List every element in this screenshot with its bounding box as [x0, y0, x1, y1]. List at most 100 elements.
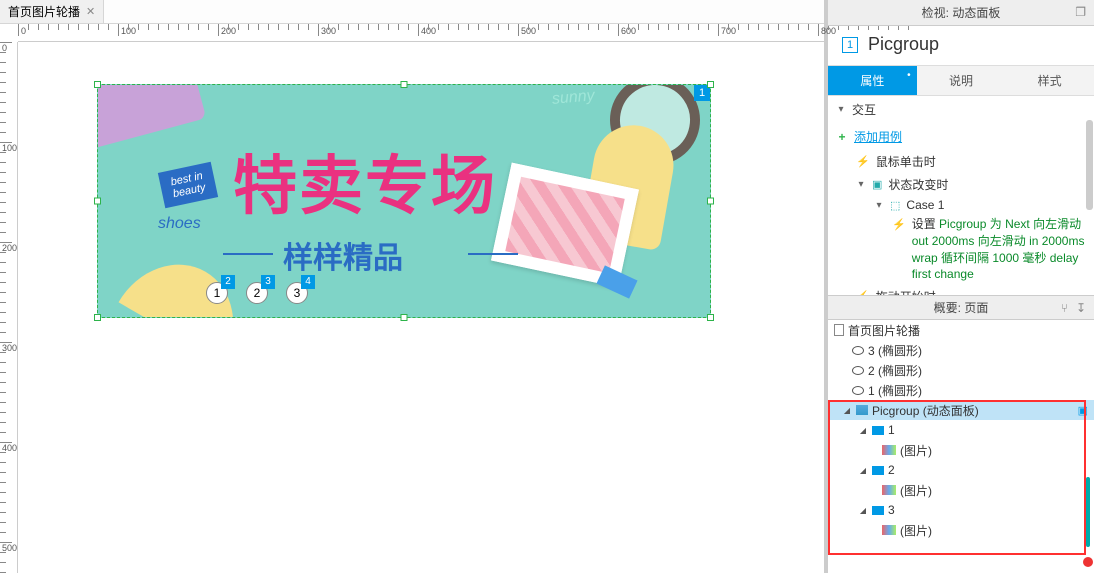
banner-image: sunny best in beauty shoes 特卖专场 样样精品	[98, 85, 710, 317]
case-icon: ⬚	[890, 199, 900, 212]
image-icon	[882, 445, 896, 455]
event-onclick[interactable]: ⚡ 鼠标单击时	[828, 150, 1094, 173]
tree-toggle-icon[interactable]	[842, 405, 852, 415]
outline-state-2[interactable]: 2	[828, 460, 1094, 480]
outline-label: 2 (椭圆形)	[868, 362, 922, 379]
inspector-header: 检视: 动态面板 ❐	[828, 0, 1094, 26]
zoom-thermometer[interactable]	[1083, 477, 1093, 567]
close-tab-icon[interactable]: ✕	[86, 5, 95, 18]
outline-label: 3 (椭圆形)	[868, 342, 922, 359]
pager-dot-label: 2	[254, 286, 261, 300]
tab-properties-label: 属性	[860, 74, 884, 88]
inspector-tabs: 属性 • 说明 样式	[828, 65, 1094, 96]
outline-ellipse-3[interactable]: 3 (椭圆形)	[828, 340, 1094, 360]
state-icon	[872, 426, 884, 435]
tree-toggle-icon[interactable]	[858, 425, 868, 435]
dynamic-panel-selection[interactable]: sunny best in beauty shoes 特卖专场 样样精品 1	[97, 84, 711, 318]
state-icon	[872, 506, 884, 515]
lightning-icon: ⚡	[892, 218, 906, 283]
outline-page-row[interactable]: 首页图片轮播	[828, 320, 1094, 340]
tab-properties[interactable]: 属性 •	[828, 66, 917, 95]
case-label: Case 1	[906, 198, 944, 212]
banner-shoes-text: shoes	[158, 215, 201, 233]
outline-image-3[interactable]: (图片)	[828, 520, 1094, 540]
pager-dot-1[interactable]: 1 2	[206, 282, 228, 304]
outline-header-label: 概要: 页面	[934, 299, 989, 316]
pager-dot-label: 1	[214, 286, 221, 300]
ruler-horizontal: 0100200300400500600700800	[18, 24, 824, 42]
pager-dot-badge[interactable]: 4	[301, 275, 315, 289]
outline-label: 2	[888, 463, 895, 477]
banner-title-main: 特卖专场	[233, 135, 497, 227]
sort-icon[interactable]: ↧	[1076, 301, 1086, 315]
banner-tag: best in beauty	[158, 162, 218, 208]
resize-handle-r[interactable]	[707, 198, 714, 205]
document-tab[interactable]: 首页图片轮播 ✕	[0, 0, 104, 23]
outline-image-1[interactable]: (图片)	[828, 440, 1094, 460]
ellipse-icon	[852, 366, 864, 375]
pager-dot-label: 3	[294, 286, 301, 300]
dynamic-panel-icon: ▣	[872, 178, 882, 191]
section-interactions[interactable]: 交互	[828, 96, 1094, 123]
selection-name[interactable]: Picgroup	[868, 34, 939, 55]
visibility-icon[interactable]: ▣	[1078, 404, 1088, 417]
caret-down-icon[interactable]	[856, 179, 866, 190]
resize-handle-bl[interactable]	[94, 314, 101, 321]
tree-toggle-icon[interactable]	[858, 505, 868, 515]
resize-handle-b[interactable]	[401, 314, 408, 321]
resize-handle-t[interactable]	[401, 81, 408, 88]
banner-title-sub: 样样精品	[283, 233, 403, 277]
resize-handle-br[interactable]	[707, 314, 714, 321]
right-panel: 检视: 动态面板 ❐ 1 Picgroup 属性 • 说明 样式 交互 +	[824, 0, 1094, 573]
resize-handle-tr[interactable]	[707, 81, 714, 88]
outline-picgroup[interactable]: Picgroup (动态面板) ▣	[828, 400, 1094, 420]
pager-dot-badge[interactable]: 3	[261, 275, 275, 289]
pager-dot-3[interactable]: 3 4	[286, 282, 308, 304]
new-page-icon[interactable]: ❐	[1075, 5, 1086, 19]
pager-dot-badge[interactable]: 2	[221, 275, 235, 289]
image-icon	[882, 485, 896, 495]
event-label: 鼠标单击时	[876, 153, 936, 170]
outline-label: 1 (椭圆形)	[868, 382, 922, 399]
filter-icon[interactable]: ⑂	[1061, 301, 1068, 315]
resize-handle-l[interactable]	[94, 198, 101, 205]
tab-style[interactable]: 样式	[1005, 66, 1094, 95]
tab-style-label: 样式	[1038, 74, 1062, 88]
inspector-title-row: 1 Picgroup	[828, 26, 1094, 65]
tree-toggle-icon[interactable]	[858, 465, 868, 475]
design-canvas[interactable]: sunny best in beauty shoes 特卖专场 样样精品 1	[18, 42, 824, 573]
outline-state-1[interactable]: 1	[828, 420, 1094, 440]
outline-state-3[interactable]: 3	[828, 500, 1094, 520]
tab-notes-label: 说明	[949, 74, 973, 88]
add-case-link[interactable]: 添加用例	[854, 128, 902, 145]
tab-dirty-icon: •	[907, 70, 911, 81]
outline-ellipse-2[interactable]: 2 (椭圆形)	[828, 360, 1094, 380]
event-ondragstart[interactable]: ⚡ 拖动开始时	[828, 285, 1094, 296]
outline-tree[interactable]: 首页图片轮播 3 (椭圆形) 2 (椭圆形) 1 (椭圆形)	[828, 320, 1094, 573]
outline-label: (图片)	[900, 442, 932, 459]
canvas-area: 首页图片轮播 ✕ 0100200300400500600700800 01002…	[0, 0, 824, 573]
outline-image-2[interactable]: (图片)	[828, 480, 1094, 500]
state-icon	[872, 466, 884, 475]
add-case-row[interactable]: + 添加用例	[828, 123, 1094, 150]
scrollbar-thumb[interactable]	[1086, 120, 1093, 210]
dynamic-panel-icon	[856, 405, 868, 415]
page-icon	[834, 324, 844, 336]
caret-down-icon[interactable]	[874, 200, 884, 211]
ellipse-icon	[852, 386, 864, 395]
caret-down-icon[interactable]	[836, 104, 846, 115]
resize-handle-tl[interactable]	[94, 81, 101, 88]
event-label: 状态改变时	[888, 176, 948, 193]
tab-notes[interactable]: 说明	[917, 66, 1006, 95]
case-row[interactable]: ⬚ Case 1	[828, 196, 1094, 214]
section-label: 交互	[852, 101, 876, 118]
inspector-header-label: 检视: 动态面板	[922, 4, 1001, 21]
ruler-vertical: 0100200300400500	[0, 42, 18, 573]
action-row[interactable]: ⚡ 设置 Picgroup 为 Next 向左滑动 out 2000ms 向左滑…	[828, 214, 1094, 285]
pager-dot-2[interactable]: 2 3	[246, 282, 268, 304]
event-onstatechange[interactable]: ▣ 状态改变时	[828, 173, 1094, 196]
inspector-body[interactable]: 交互 + 添加用例 ⚡ 鼠标单击时 ▣ 状态改变时 ⬚	[828, 96, 1094, 296]
lightning-icon: ⚡	[856, 155, 870, 168]
banner-sunny-text: sunny	[552, 87, 596, 109]
outline-ellipse-1[interactable]: 1 (椭圆形)	[828, 380, 1094, 400]
